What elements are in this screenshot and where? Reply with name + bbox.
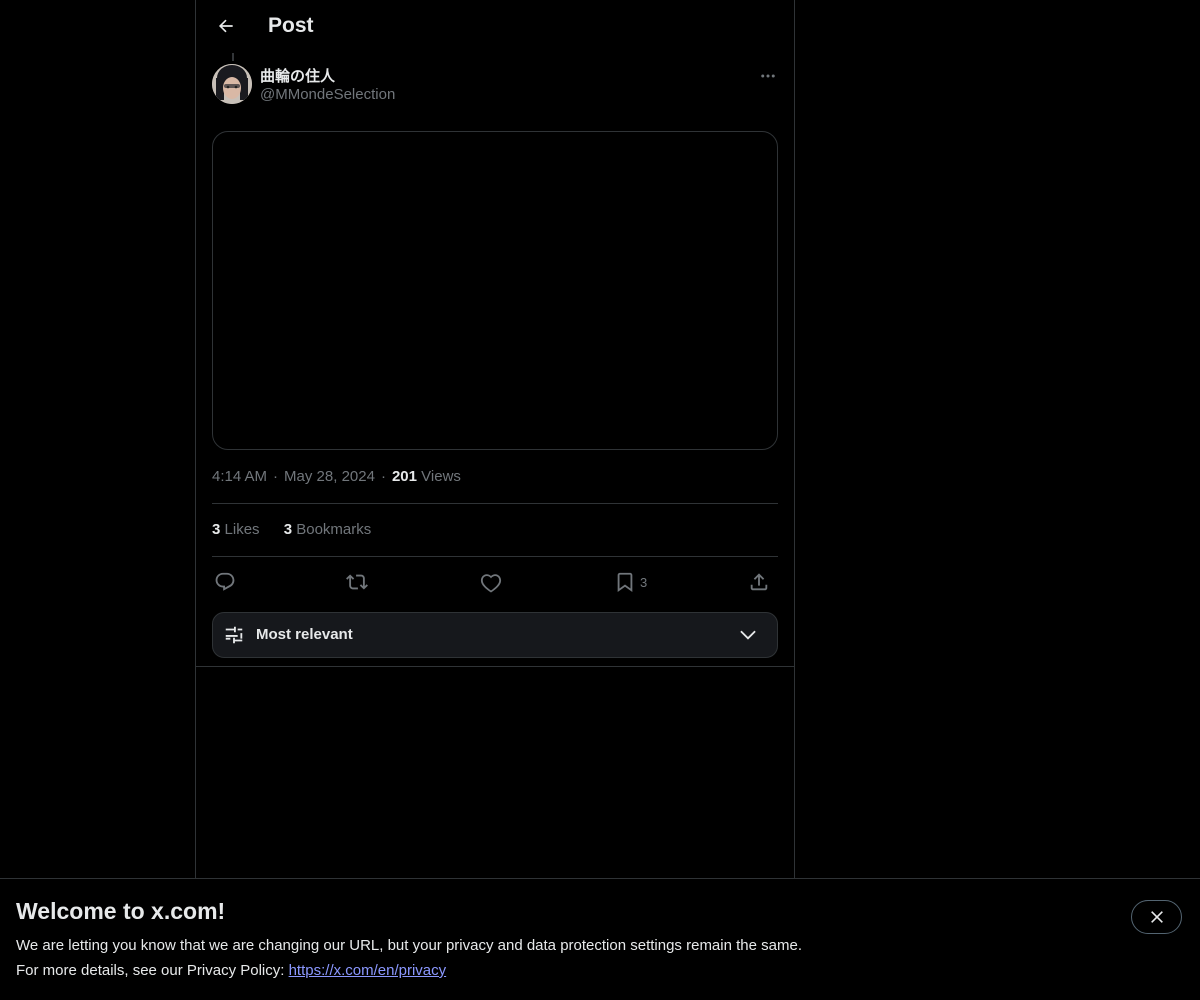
repost-button[interactable] [346,568,368,596]
privacy-policy-link[interactable]: https://x.com/en/privacy [289,962,447,979]
replies-sort-dropdown[interactable]: Most relevant [212,612,778,658]
views-count: 201 [391,468,417,485]
sort-label: Most relevant [256,626,353,643]
banner-privacy-prefix: For more details, see our Privacy Policy… [16,962,289,979]
divider [196,666,794,667]
divider [212,503,778,504]
arrow-left-icon [218,19,233,33]
close-icon [1150,911,1163,923]
author-display-name[interactable]: 曲輪の住人 [260,65,335,86]
views-label: Views [421,468,461,485]
banner-privacy-line: For more details, see our Privacy Policy… [16,962,446,979]
reply-icon [215,572,235,591]
banner-title: Welcome to x.com! [16,898,226,924]
banner-message: We are letting you know that we are chan… [16,937,802,954]
likes-label: Likes [224,521,260,538]
banner-close-button[interactable] [1131,900,1182,934]
like-button[interactable] [480,568,502,596]
avatar-image [212,64,252,104]
page-header: Post [196,0,794,53]
author-handle[interactable]: @MMondeSelection [260,86,395,103]
avatar[interactable] [212,64,252,104]
share-button[interactable] [748,568,770,596]
repost-icon [346,574,368,590]
back-button[interactable] [208,8,244,44]
post-actions-bar: 3 [212,568,778,596]
sliders-icon [225,626,243,644]
share-icon [750,573,768,591]
bookmarks-stat[interactable]: 3 Bookmarks [284,521,372,538]
likes-count: 3 [212,521,221,538]
heart-icon [480,574,502,593]
bookmarks-count: 3 [283,521,293,538]
likes-stat[interactable]: 3 Likes [212,521,260,538]
reply-button[interactable] [214,568,236,596]
welcome-banner: Welcome to x.com! We are letting you kno… [0,878,1200,1000]
post-column: Post 曲輪の住人 @MMondeSelection 4:14 AM · May … [195,0,795,1000]
divider [212,556,778,557]
post-time[interactable]: 4:14 AM [212,468,267,485]
bookmark-count: 3 [640,574,648,590]
bookmarks-label: Bookmarks [296,521,372,538]
bookmark-button[interactable]: 3 [614,568,647,596]
post-stats: 3 Likes 3 Bookmarks [212,521,391,538]
bookmark-icon [617,572,633,593]
thread-connector-line [232,53,234,61]
page-title: Post [268,14,314,37]
chevron-down-icon [740,630,756,640]
post-metadata: 4:14 AM · May 28, 2024 · 201 Views [212,468,461,485]
more-options-button[interactable] [756,64,780,88]
post-media[interactable] [212,131,778,450]
post-date[interactable]: May 28, 2024 [284,468,375,485]
more-horizontal-icon [761,74,775,78]
